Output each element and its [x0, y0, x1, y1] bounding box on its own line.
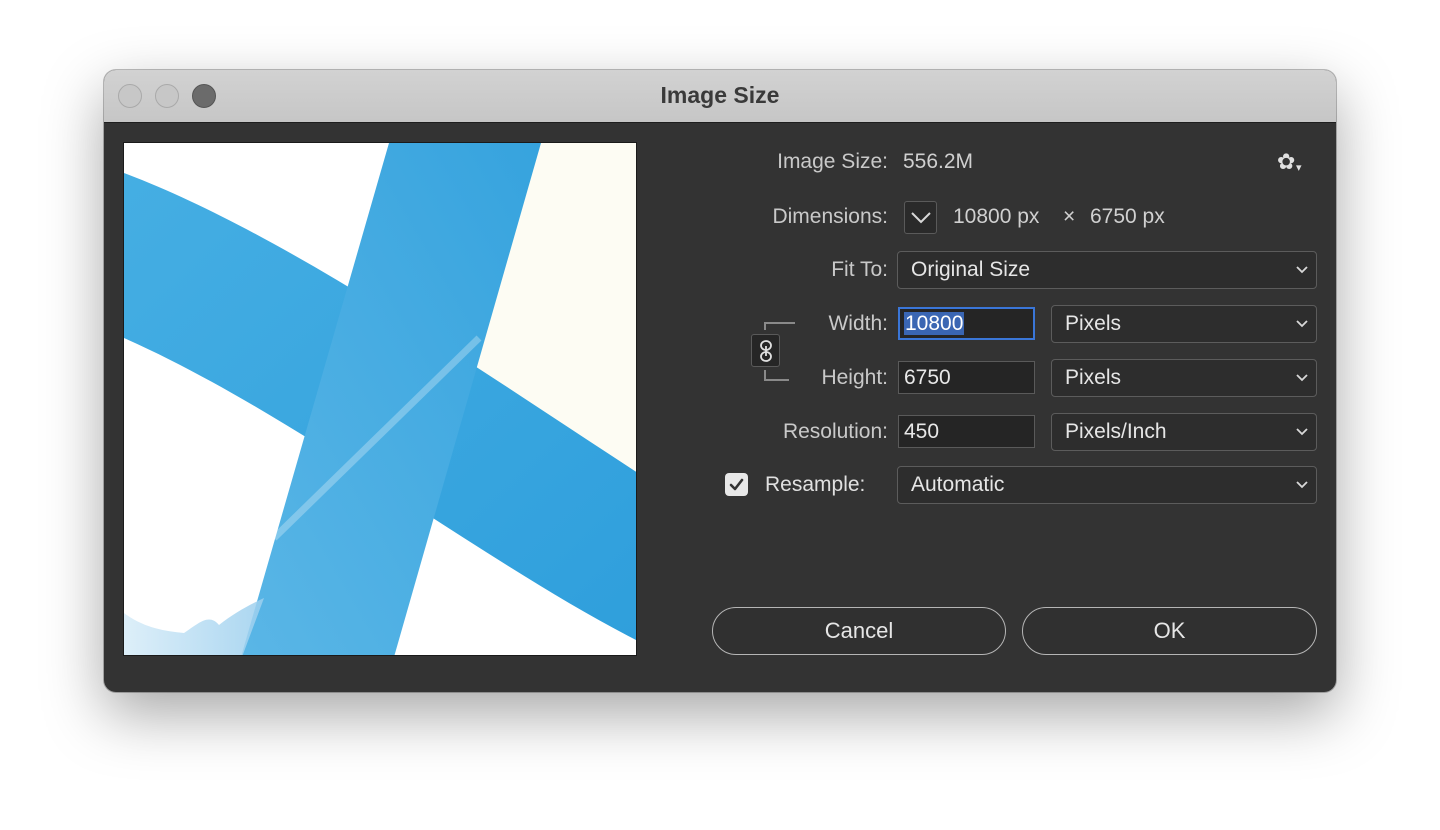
dimensions-label: Dimensions:	[772, 205, 888, 228]
resolution-unit-select[interactable]: Pixels/Inch	[1051, 413, 1317, 451]
height-unit-value: Pixels	[1065, 366, 1122, 389]
height-value: 6750	[904, 366, 951, 389]
resolution-label: Resolution:	[782, 420, 888, 443]
dimensions-times: ×	[1063, 205, 1076, 228]
settings-caret: ▾	[1296, 162, 1302, 174]
resample-checkbox[interactable]	[725, 473, 748, 496]
resolution-input[interactable]: 450	[898, 415, 1035, 448]
width-value: 10800	[904, 312, 965, 335]
resolution-value: 450	[904, 420, 940, 443]
chevron-down-icon	[1296, 481, 1308, 489]
preview-artwork	[124, 143, 636, 655]
link-icon[interactable]	[751, 334, 780, 367]
dimensions-width: 10800 px	[953, 205, 1040, 228]
checkmark-icon	[729, 478, 744, 491]
chevron-down-icon	[1296, 428, 1308, 436]
chevron-down-icon	[1296, 266, 1308, 274]
chevron-down-icon	[1296, 320, 1308, 328]
resample-select[interactable]: Automatic	[897, 466, 1317, 504]
window-title: Image Size	[660, 82, 780, 108]
width-unit-select[interactable]: Pixels	[1051, 305, 1317, 343]
gear-icon[interactable]: ✿ ▾	[1277, 150, 1307, 176]
fit-to-label: Fit To:	[831, 258, 888, 281]
title-bar[interactable]: Image Size	[104, 70, 1336, 123]
width-unit-value: Pixels	[1065, 312, 1122, 335]
height-unit-select[interactable]: Pixels	[1051, 359, 1317, 397]
height-input[interactable]: 6750	[898, 361, 1035, 394]
image-preview[interactable]	[123, 142, 637, 656]
resolution-unit-value: Pixels/Inch	[1065, 420, 1167, 443]
fit-to-value: Original Size	[911, 258, 1031, 281]
height-label: Height:	[821, 366, 888, 389]
dimensions-height: 6750 px	[1090, 205, 1165, 228]
cancel-button[interactable]: Cancel	[712, 607, 1006, 655]
image-size-dialog: Image Size Image Size: 556.2M ✿ ▾ Dimens…	[104, 70, 1336, 692]
image-size-label: Image Size:	[777, 150, 888, 173]
resample-label: Resample:	[765, 473, 866, 496]
resample-value: Automatic	[911, 473, 1005, 496]
ok-button[interactable]: OK	[1022, 607, 1317, 655]
dimensions-units-button[interactable]	[904, 201, 937, 234]
width-input[interactable]: 10800	[898, 307, 1035, 340]
chevron-down-icon	[1296, 374, 1308, 382]
image-size-value: 556.2M	[903, 150, 974, 173]
width-label: Width:	[828, 312, 888, 335]
chevron-down-icon	[911, 212, 931, 224]
fit-to-select[interactable]: Original Size	[897, 251, 1317, 289]
